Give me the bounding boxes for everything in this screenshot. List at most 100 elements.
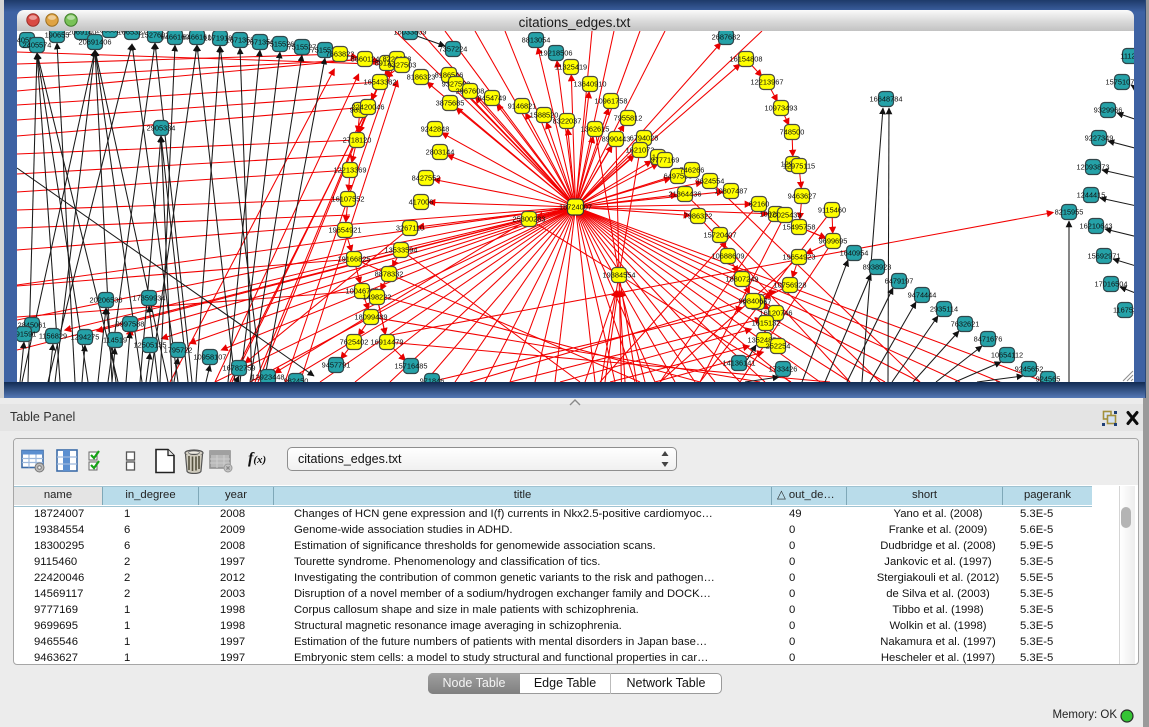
svg-text:1498222: 1498222 [363,293,392,302]
svg-text:9699695: 9699695 [819,237,848,246]
svg-text:12093873: 12093873 [1077,163,1110,172]
svg-text:2803144: 2803144 [426,148,455,157]
svg-text:1640954: 1640954 [840,249,869,258]
svg-text:11123: 11123 [1120,52,1134,61]
svg-text:8990443: 8990443 [602,135,631,144]
svg-text:11325419: 11325419 [555,63,587,72]
svg-text:748500: 748500 [780,128,805,137]
svg-text:7625402: 7625402 [340,338,369,347]
svg-text:16154808: 16154808 [730,55,763,64]
svg-text:116753: 116753 [1113,306,1134,315]
svg-text:982450: 982450 [284,377,309,383]
svg-text:8813054: 8813054 [522,36,551,45]
svg-text:9463627: 9463627 [788,192,817,201]
svg-text:10961758: 10961758 [595,97,628,106]
svg-text:2718120: 2718120 [343,136,372,145]
svg-text:7357224: 7357224 [439,45,468,54]
svg-text:19218506: 19218506 [540,49,573,58]
svg-text:1733426: 1733426 [769,365,798,374]
svg-text:9327503: 9327503 [388,61,417,70]
svg-text:20691406: 20691406 [79,38,112,47]
svg-text:3875685: 3875685 [436,99,465,108]
svg-text:3624554: 3624554 [696,177,725,186]
svg-text:10025433: 10025433 [769,211,802,220]
svg-text:252254: 252254 [766,342,791,351]
svg-text:15692971: 15692971 [1088,252,1121,261]
svg-text:10807487: 10807487 [715,187,748,196]
svg-text:417006: 417006 [409,198,434,207]
svg-text:8322037: 8322037 [553,117,582,126]
svg-text:114519: 114519 [103,336,127,345]
svg-text:10958107: 10958107 [194,353,227,362]
svg-text:6479197: 6479197 [885,277,914,286]
svg-text:9084067: 9084067 [739,297,768,306]
svg-text:8878332: 8878332 [375,270,404,279]
svg-text:14136141: 14136141 [723,359,756,368]
svg-text:8471676: 8471676 [974,335,1003,344]
svg-text:12923448: 12923448 [252,373,285,382]
svg-text:971846: 971846 [420,377,445,383]
svg-text:16107552: 16107552 [332,195,365,204]
svg-text:7632621: 7632621 [951,320,980,329]
svg-text:9997588: 9997588 [116,320,145,329]
svg-text:20206536: 20206536 [90,296,123,305]
svg-text:8454749: 8454749 [478,94,507,103]
svg-text:15495758: 15495758 [783,223,816,232]
svg-text:16033809: 16033809 [394,31,427,37]
svg-text:12213369: 12213369 [334,166,367,175]
svg-text:18724007: 18724007 [559,203,592,212]
svg-text:9115460: 9115460 [818,206,846,215]
svg-text:9474444: 9474444 [908,291,937,300]
svg-text:391591: 391591 [17,330,36,339]
svg-text:1795722: 1795722 [164,346,193,355]
svg-text:10973493: 10973493 [765,104,798,113]
svg-text:15751074: 15751074 [1106,78,1134,87]
svg-text:19654923: 19654923 [783,253,816,262]
svg-text:18099489: 18099489 [355,313,388,322]
svg-text:13640910: 13640910 [574,80,607,89]
svg-text:7955812: 7955812 [614,114,643,123]
svg-text:1294275: 1294275 [71,333,100,342]
svg-text:2905334: 2905334 [147,124,176,133]
svg-text:12213967: 12213967 [751,78,784,87]
svg-text:1244415: 1244415 [1077,191,1106,200]
svg-text:16210643: 16210643 [1080,222,1113,231]
svg-text:9242848: 9242848 [421,125,450,134]
svg-text:190655: 190655 [45,31,70,40]
svg-text:13533594: 13533594 [385,246,418,255]
svg-text:12505135: 12505135 [134,341,167,350]
svg-text:15720407: 15720407 [704,231,737,240]
svg-text:19654921: 19654921 [329,226,362,235]
svg-text:8186323: 8186323 [407,73,436,82]
svg-text:1615132: 1615132 [752,319,781,328]
svg-text:9329966: 9329966 [1094,106,1123,115]
svg-text:16782759: 16782759 [223,364,256,373]
svg-text:18807249: 18807249 [726,275,759,284]
svg-text:10756928: 10756928 [774,281,807,290]
svg-text:9227349: 9227349 [1085,134,1114,143]
svg-text:19166825: 19166825 [338,255,371,264]
svg-text:25300283: 25300283 [513,215,546,224]
svg-text:2935114: 2935114 [930,305,958,314]
svg-text:12975115: 12975115 [783,162,815,171]
svg-text:9457791: 9457791 [322,361,351,370]
svg-text:2405574: 2405574 [23,41,52,50]
svg-text:17016504: 17016504 [1095,280,1128,289]
svg-text:16914479: 16914479 [371,338,404,347]
svg-text:8215955: 8215955 [1055,208,1084,217]
svg-text:9777169: 9777169 [651,156,680,165]
svg-text:62160: 62160 [749,200,770,209]
svg-text:746266: 746266 [680,166,705,175]
svg-text:15716485: 15716485 [395,362,428,371]
svg-text:2687682: 2687682 [712,33,741,42]
svg-text:10688609: 10688609 [712,252,745,261]
svg-text:3267110: 3267110 [396,224,424,233]
svg-text:8427552: 8427552 [412,174,441,183]
svg-text:16543382: 16543382 [364,78,397,87]
svg-text:1156829: 1156829 [39,332,67,341]
svg-text:9146821: 9146821 [508,102,537,111]
svg-text:21364436: 21364436 [669,190,702,199]
svg-text:1362615: 1362615 [581,125,610,134]
svg-text:16648784: 16648784 [870,95,903,104]
svg-text:924565: 924565 [1036,375,1061,383]
